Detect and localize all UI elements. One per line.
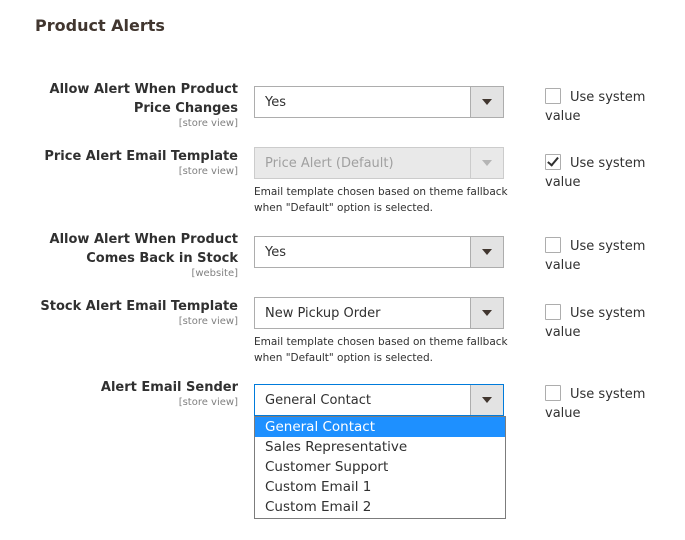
- field-label: Alert Email Sender [store view]: [18, 378, 238, 409]
- field-label: Allow Alert When Product Comes Back in S…: [18, 230, 238, 280]
- field-label: Allow Alert When Product Price Changes […: [18, 80, 238, 130]
- chevron-down-icon: [482, 310, 492, 316]
- dropdown-option[interactable]: Custom Email 2: [255, 497, 505, 517]
- field-label: Price Alert Email Template [store view]: [18, 147, 238, 178]
- use-system-value-checkbox[interactable]: Use system value: [545, 237, 670, 275]
- chevron-down-icon: [482, 160, 492, 166]
- stock-alert-template-select[interactable]: New Pickup Order: [254, 297, 504, 329]
- dropdown-option[interactable]: Customer Support: [255, 457, 505, 477]
- chevron-down-icon: [482, 397, 492, 403]
- dropdown-option[interactable]: Sales Representative: [255, 437, 505, 457]
- checkbox[interactable]: [545, 385, 561, 401]
- scope-label: [store view]: [178, 166, 238, 177]
- chevron-down-icon: [482, 99, 492, 105]
- select-value: Price Alert (Default): [265, 156, 394, 171]
- alert-email-sender-dropdown[interactable]: General Contact Sales Representative Cus…: [254, 416, 506, 519]
- select-button[interactable]: [470, 87, 503, 117]
- dropdown-option[interactable]: Custom Email 1: [255, 477, 505, 497]
- section-title: Product Alerts: [35, 16, 165, 35]
- checkbox[interactable]: [545, 237, 561, 253]
- use-system-value-checkbox[interactable]: Use system value: [545, 304, 670, 342]
- allow-stock-alert-select[interactable]: Yes: [254, 236, 504, 268]
- field-note: Email template chosen based on theme fal…: [254, 186, 508, 214]
- scope-label: [store view]: [178, 397, 238, 408]
- checkbox[interactable]: [545, 154, 561, 170]
- select-button[interactable]: [470, 385, 503, 415]
- select-value: Yes: [265, 95, 286, 110]
- field-label: Stock Alert Email Template [store view]: [18, 297, 238, 328]
- field-note: Email template chosen based on theme fal…: [254, 336, 508, 364]
- dropdown-option[interactable]: General Contact: [255, 417, 505, 437]
- price-alert-template-select: Price Alert (Default): [254, 147, 504, 179]
- chevron-down-icon: [482, 249, 492, 255]
- use-system-value-checkbox[interactable]: Use system value: [545, 154, 670, 192]
- select-value: General Contact: [265, 393, 371, 408]
- checkbox[interactable]: [545, 304, 561, 320]
- scope-label: [store view]: [178, 118, 238, 129]
- allow-price-alert-select[interactable]: Yes: [254, 86, 504, 118]
- use-system-value-checkbox[interactable]: Use system value: [545, 385, 670, 423]
- alert-email-sender-select[interactable]: General Contact: [254, 384, 504, 416]
- use-system-value-checkbox[interactable]: Use system value: [545, 88, 670, 126]
- select-button[interactable]: [470, 298, 503, 328]
- select-value: New Pickup Order: [265, 306, 381, 321]
- checkmark-icon: [547, 154, 559, 167]
- checkbox[interactable]: [545, 88, 561, 104]
- select-button[interactable]: [470, 237, 503, 267]
- select-button: [470, 148, 503, 178]
- scope-label: [store view]: [178, 316, 238, 327]
- select-value: Yes: [265, 245, 286, 260]
- scope-label: [website]: [191, 268, 238, 279]
